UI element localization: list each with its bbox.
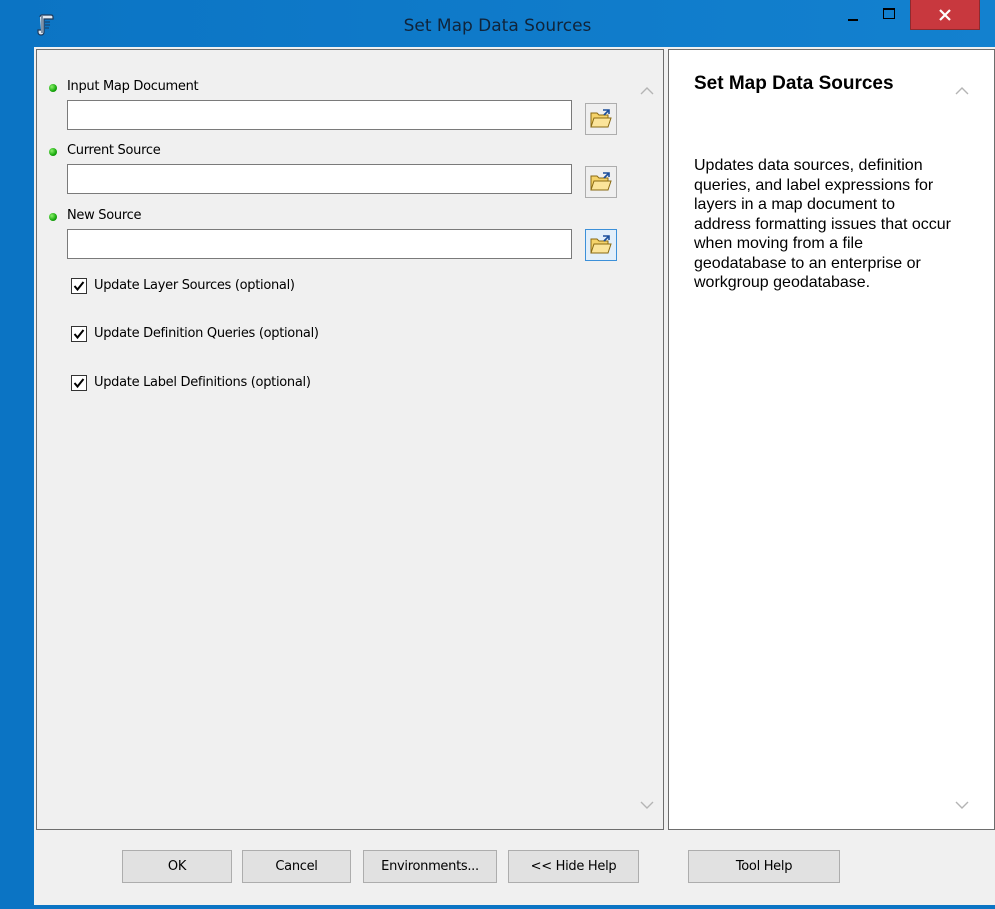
browse-current-source-button[interactable] — [585, 166, 617, 198]
green-dot-icon — [49, 213, 57, 221]
input-map-document-field[interactable] — [67, 100, 572, 130]
scroll-up-icon[interactable] — [640, 83, 654, 95]
current-source-field[interactable] — [67, 164, 572, 194]
hide-help-button[interactable]: << Hide Help — [508, 850, 639, 883]
param-label-new-source: New Source — [67, 208, 142, 223]
help-description: Updates data sources, definition queries… — [694, 157, 952, 291]
browse-input-map-document-button[interactable] — [585, 103, 617, 135]
help-scroll-up-icon[interactable] — [955, 83, 969, 95]
checkmark-icon — [73, 378, 85, 389]
help-title: Set Map Data Sources — [694, 73, 894, 94]
update-layer-sources-checkbox[interactable] — [71, 278, 87, 294]
checkmark-icon — [73, 329, 85, 340]
open-folder-icon — [590, 235, 612, 254]
help-scroll-down-icon[interactable] — [955, 797, 969, 809]
close-button[interactable] — [910, 0, 980, 30]
param-label-current-source: Current Source — [67, 143, 161, 158]
dialog-client-area: Input Map Document Current Source New So… — [34, 47, 995, 906]
ok-button[interactable]: OK — [122, 850, 232, 883]
checkmark-icon — [73, 281, 85, 292]
update-label-definitions-checkbox[interactable] — [71, 375, 87, 391]
browse-new-source-button[interactable] — [585, 229, 617, 261]
param-label-input-map-document: Input Map Document — [67, 79, 199, 94]
title-bar[interactable]: Set Map Data Sources — [0, 0, 995, 47]
cancel-button[interactable]: Cancel — [242, 850, 351, 883]
window-bottom-border — [0, 905, 995, 909]
tool-help-button[interactable]: Tool Help — [688, 850, 840, 883]
minimize-button[interactable] — [838, 0, 868, 30]
green-dot-icon — [49, 148, 57, 156]
update-layer-sources-label: Update Layer Sources (optional) — [94, 278, 295, 293]
maximize-button[interactable] — [873, 0, 903, 30]
help-panel[interactable]: Set Map Data Sources Updates data source… — [668, 49, 995, 830]
tool-dialog-window: Set Map Data Sources Input Map Document — [0, 0, 995, 909]
minimize-icon — [848, 19, 858, 21]
open-folder-icon — [590, 109, 612, 128]
open-folder-icon — [590, 172, 612, 191]
parameters-panel[interactable]: Input Map Document Current Source New So… — [36, 49, 664, 830]
close-icon — [939, 9, 951, 21]
new-source-field[interactable] — [67, 229, 572, 259]
update-label-definitions-label: Update Label Definitions (optional) — [94, 375, 311, 390]
update-definition-queries-label: Update Definition Queries (optional) — [94, 326, 319, 341]
maximize-icon — [883, 8, 895, 19]
scroll-down-icon[interactable] — [640, 797, 654, 809]
update-definition-queries-checkbox[interactable] — [71, 326, 87, 342]
environments-button[interactable]: Environments... — [363, 850, 497, 883]
green-dot-icon — [49, 84, 57, 92]
